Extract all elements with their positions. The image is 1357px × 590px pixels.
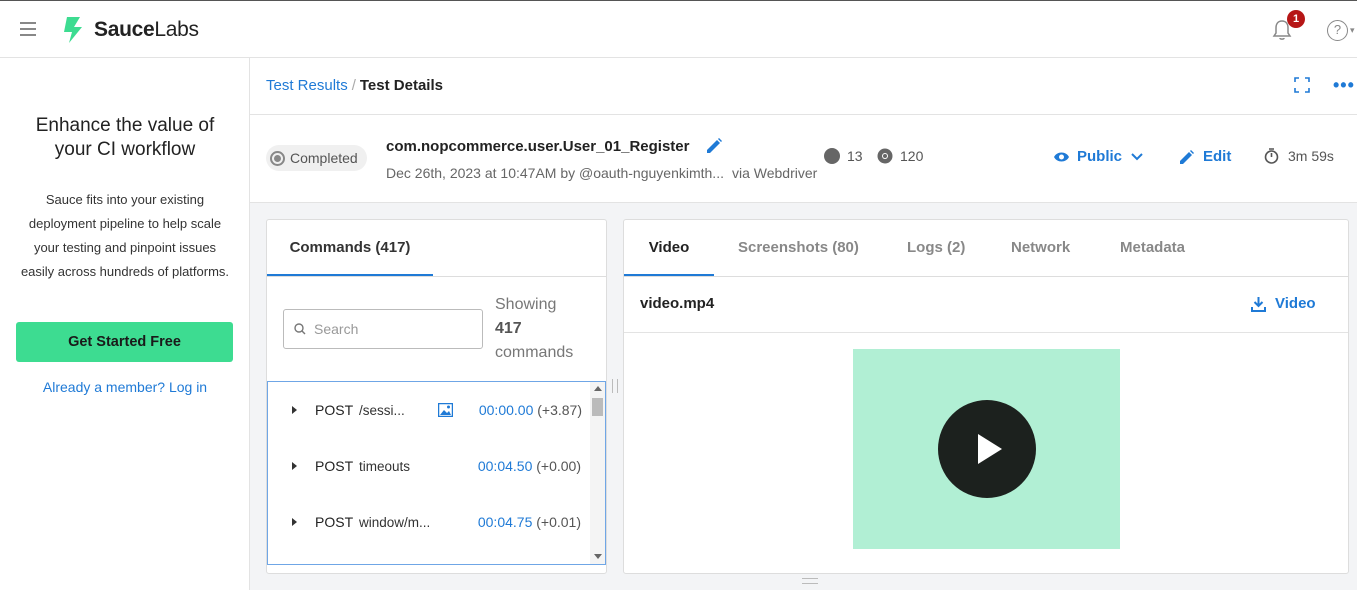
showing-count: 417 [495,320,522,337]
duration-value: 3m 59s [1288,148,1334,164]
os-info: 13 [824,148,863,164]
promo-body: Sauce fits into your existing deployment… [20,192,230,279]
top-bar: SauceLabs 1 ? ▾ [0,0,1357,58]
command-method: POST [315,402,354,418]
hamburger-menu-icon[interactable] [20,22,36,36]
showing-label: Showing [495,296,557,313]
promo-title: Enhance the value of your CI workflow [35,115,215,160]
browser-version: 120 [900,148,924,164]
edit-label: Edit [1203,148,1232,165]
command-time: 00:04.50 (+0.00) [477,458,581,474]
browser-info: 120 [877,148,923,164]
tab-screenshots[interactable]: Screenshots (80) [738,220,859,276]
command-path: timeouts [359,458,411,474]
visibility-label: Public [1077,148,1123,165]
tab-network[interactable]: Network [1011,220,1070,276]
expand-caret-icon[interactable] [292,518,297,526]
status-badge: Completed [266,145,367,171]
commands-panel: Commands (417) Showing 417 commands POST… [266,219,607,574]
notification-badge: 1 [1287,10,1305,28]
main-content: Test Results / Test Details ••• Completed … [250,58,1357,590]
command-row[interactable]: POST /sessi... 00:00.00 (+3.87) [268,382,590,438]
tab-logs[interactable]: Logs (2) [907,220,965,276]
search-field[interactable] [283,309,483,349]
chevron-down-icon [1131,152,1143,160]
breadcrumb: Test Results / Test Details [266,77,443,94]
command-method: POST [315,458,354,474]
video-file-row: video.mp4 Video [624,277,1348,333]
command-count: Showing 417 commands [495,293,573,365]
command-path: window/m... [359,514,431,530]
download-video-button[interactable]: Video [1251,295,1316,312]
test-info-bar: Completed com.nopcommerce.user.User_01_R… [250,115,1357,203]
command-row[interactable]: POST window/m... 00:04.75 (+0.01) [268,494,590,550]
play-icon[interactable] [938,400,1036,498]
tab-divider [267,276,606,277]
tab-commands[interactable]: Commands (417) [267,220,433,276]
tab-metadata[interactable]: Metadata [1120,220,1185,276]
showing-unit: commands [495,344,574,361]
command-path: /sessi... [359,402,405,418]
panel-resize-handle[interactable] [612,379,618,393]
os-version: 13 [847,148,863,164]
rename-pencil-icon[interactable] [705,137,723,155]
saucelabs-logo-icon [64,17,82,43]
download-icon [1251,296,1266,312]
status-icon [270,150,285,166]
duration: 3m 59s [1264,148,1334,164]
edit-button[interactable]: Edit [1179,148,1231,165]
saucelabs-logo[interactable]: SauceLabs [58,15,199,45]
expand-caret-icon[interactable] [292,462,297,470]
breadcrumb-bar: Test Results / Test Details ••• [250,58,1357,115]
command-time: 00:04.75 (+0.01) [477,514,581,530]
media-panel: Video Screenshots (80) Logs (2) Network … [623,219,1349,574]
breadcrumb-test-results[interactable]: Test Results [266,77,348,94]
test-meta: Dec 26th, 2023 at 10:47AM by @oauth-nguy… [386,165,817,181]
status-text: Completed [290,150,358,166]
command-list[interactable]: POST /sessi... 00:00.00 (+3.87) POST tim… [267,381,606,565]
more-options-icon[interactable]: ••• [1333,75,1355,96]
chrome-icon [877,148,893,164]
login-link[interactable]: Already a member? Log in [0,379,250,395]
eye-icon [1054,152,1069,161]
help-icon[interactable]: ? [1327,20,1348,41]
visibility-dropdown[interactable]: Public [1053,148,1143,165]
search-input[interactable] [314,321,464,337]
search-icon [294,323,306,335]
breadcrumb-separator: / [351,77,356,94]
test-via: via Webdriver [731,165,818,181]
command-row[interactable]: POST timeouts 00:04.50 (+0.00) [268,438,590,494]
logo-text: SauceLabs [94,18,199,41]
stopwatch-icon [1264,148,1279,164]
os-icon [824,148,840,164]
screenshot-icon[interactable] [438,403,453,417]
command-method: POST [315,514,354,530]
chevron-down-icon[interactable]: ▾ [1350,25,1355,36]
download-label: Video [1275,295,1316,312]
fullscreen-icon[interactable] [1294,77,1310,93]
command-time: 00:00.00 (+3.87) [478,402,582,418]
bottom-resize-handle[interactable] [802,578,818,584]
expand-caret-icon[interactable] [292,406,297,414]
test-date-author: Dec 26th, 2023 at 10:47AM by @oauth-nguy… [386,165,724,181]
scroll-up-icon[interactable] [594,386,602,391]
pencil-icon [1180,149,1194,164]
test-name: com.nopcommerce.user.User_01_Register [386,138,690,155]
scroll-down-icon[interactable] [594,554,602,559]
video-file-name: video.mp4 [640,295,715,312]
video-player[interactable] [853,349,1120,549]
sidebar: Enhance the value of your CI workflow Sa… [0,58,250,590]
get-started-button[interactable]: Get Started Free [16,322,233,362]
scroll-thumb[interactable] [592,398,603,416]
tab-video[interactable]: Video [624,220,714,276]
breadcrumb-current: Test Details [359,77,443,94]
command-list-scrollbar[interactable] [590,382,605,564]
